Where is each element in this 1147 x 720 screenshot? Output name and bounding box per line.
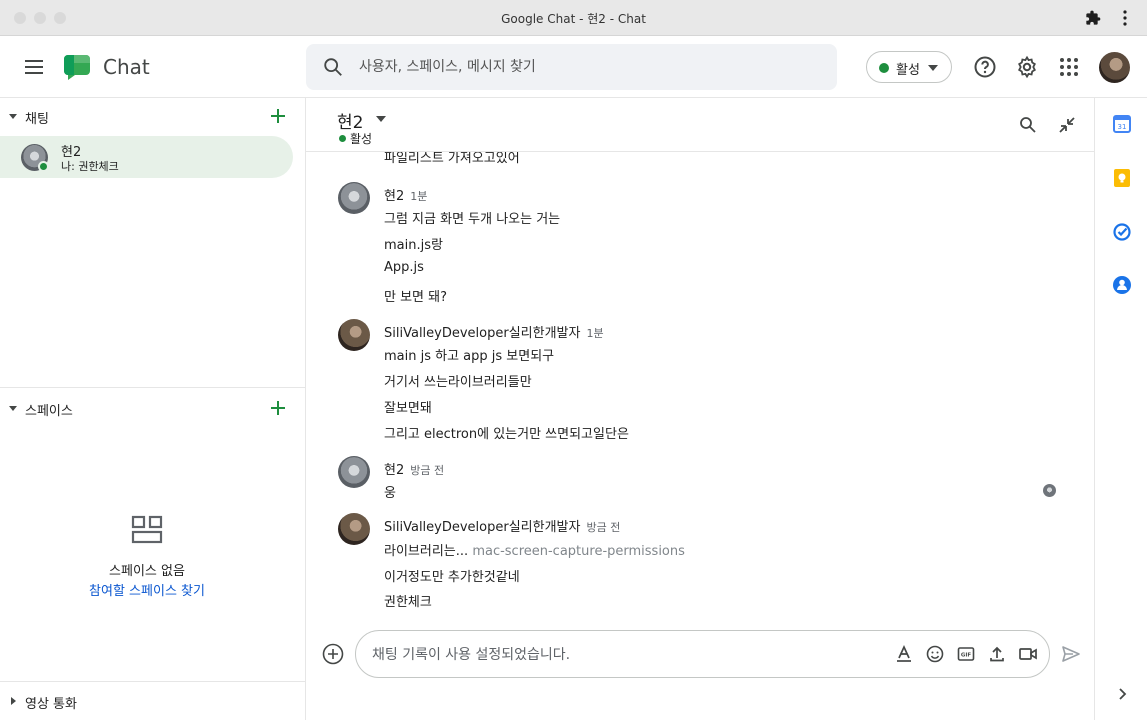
video-call-section-header[interactable]: 영상 통화 [0,683,306,719]
svg-text:GIF: GIF [961,653,972,659]
avatar[interactable] [338,319,370,351]
window-titlebar: Google Chat - 현2 - Chat [0,0,1147,36]
search-in-conversation-icon[interactable] [1018,115,1038,135]
collapse-caret-icon [9,406,17,411]
sidebar-item-dm-hyun2[interactable]: 현2 나: 권한체크 [0,136,293,178]
app-brand: Chat [103,55,150,79]
status-dropdown[interactable]: 활성 [866,51,952,83]
avatar[interactable] [338,513,370,545]
message-sender: SiliValleyDeveloper실리한개발자 방금 전 [384,520,621,535]
search-bar[interactable] [306,44,837,90]
divider [0,681,306,682]
search-input[interactable] [359,55,819,79]
active-status-dot [879,63,889,73]
message-text: 웅 [384,486,396,501]
status-label: 활성 [896,63,920,78]
settings-gear-icon[interactable] [1015,55,1039,79]
left-sidebar: 채팅 현2 나: 권한체크 스페이스 스페이스 없음 참여할 스페이스 찾기 영… [0,98,306,720]
collapse-arrows-icon[interactable] [1057,115,1077,135]
conversation-header: 현2 활성 [306,98,1094,152]
spaces-section-header[interactable]: 스페이스 [0,390,306,426]
send-icon[interactable] [1060,643,1082,665]
message-composer: GIF [306,622,1094,720]
message-text: 이거정도만 추가한것같네 [384,570,520,585]
read-receipt-avatar [1043,484,1056,497]
message-sender: SiliValleyDeveloper실리한개발자 1분 [384,326,604,341]
message-text: 거기서 쓰는라이브러리들만 [384,375,532,390]
collapse-caret-icon [9,114,17,119]
new-space-plus-icon[interactable] [269,399,287,417]
more-vert-icon[interactable] [1117,9,1133,27]
message-text: 라이브러리는... mac-screen-capture-permissions [384,544,685,559]
dm-preview: 나: 권한체크 [61,160,119,173]
spaces-empty-icon [131,515,163,544]
upload-icon[interactable] [987,644,1007,664]
message-input[interactable] [372,644,872,666]
conversation-status: 활성 [339,130,372,147]
message-text: 잘보면돼 [384,401,432,416]
main-menu-icon[interactable] [22,55,46,79]
expand-caret-icon [11,697,16,705]
presence-dot [38,161,49,172]
extension-puzzle-icon[interactable] [1085,10,1101,26]
search-icon [324,58,342,76]
message-text: main.js랑 [384,238,443,253]
google-chat-logo [64,55,90,80]
emoji-icon[interactable] [925,644,945,664]
new-chat-plus-icon[interactable] [269,107,287,125]
message-text: main js 하고 app js 보면되구 [384,349,555,364]
message-text: 권한체크 [384,595,432,610]
spaces-empty-text: 스페이스 없음 [109,564,185,579]
active-status-dot [339,135,346,142]
chats-section-header[interactable]: 채팅 [0,98,306,134]
message-text: 그리고 electron에 있는거만 쓰면되고일단은 [384,427,629,442]
window-title: Google Chat - 현2 - Chat [501,12,646,26]
message-text: 만 보면 돼? [384,290,448,305]
video-meeting-icon[interactable] [1018,644,1038,664]
add-attachment-icon[interactable] [322,643,344,665]
conversation-pane: 현2 활성 파일리스트 가져오고있어 현2 1분 그럼 지금 화면 두개 나오는 … [306,98,1094,720]
conversation-menu-caret-icon[interactable] [376,115,386,123]
right-side-panel: 31 [1094,98,1147,720]
message-text: App.js [384,260,424,275]
expand-panel-chevron-icon[interactable] [1112,684,1132,704]
message-list: 파일리스트 가져오고있어 현2 1분 그럼 지금 화면 두개 나오는 거는 mai… [306,152,1094,622]
divider [0,387,306,388]
chats-section-label: 채팅 [25,112,49,127]
message-link[interactable]: mac-screen-capture-permissions [472,544,685,559]
message-text: 그럼 지금 화면 두개 나오는 거는 [384,212,561,227]
caret-down-icon [928,65,938,71]
avatar[interactable] [338,456,370,488]
find-spaces-link[interactable]: 참여할 스페이스 찾기 [0,580,294,599]
avatar[interactable] [338,182,370,214]
video-call-label: 영상 통화 [25,697,77,712]
keep-notes-icon[interactable] [1112,168,1132,188]
calendar-icon[interactable]: 31 [1112,114,1132,134]
help-icon[interactable] [973,55,997,79]
account-avatar[interactable] [1099,52,1130,83]
svg-text:31: 31 [1118,123,1127,131]
app-header: Chat 활성 [0,36,1147,98]
tasks-icon[interactable] [1112,222,1132,242]
text-format-icon[interactable] [894,644,914,664]
message-text: 파일리스트 가져오고있어 [384,152,520,166]
apps-grid-icon[interactable] [1057,55,1081,79]
gif-icon[interactable]: GIF [956,644,976,664]
message-sender: 현2 1분 [384,189,428,204]
spaces-section-label: 스페이스 [25,404,73,419]
compose-box[interactable]: GIF [355,630,1050,678]
message-sender: 현2 방금 전 [384,463,445,478]
contacts-icon[interactable] [1112,275,1132,295]
